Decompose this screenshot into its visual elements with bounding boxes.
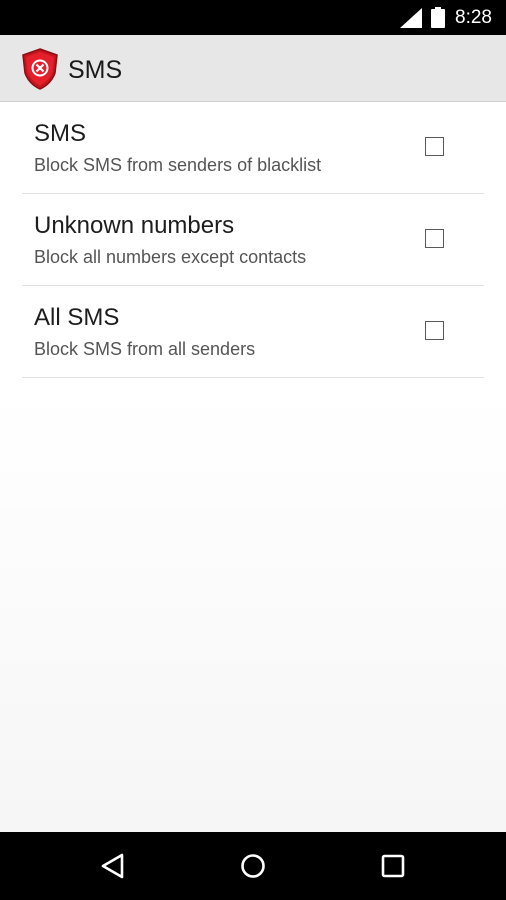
home-icon[interactable] [239, 852, 267, 880]
status-time: 8:28 [455, 7, 492, 28]
sms-checkbox[interactable] [425, 137, 444, 156]
page-title: SMS [68, 56, 123, 84]
pref-title: Unknown numbers [34, 212, 235, 239]
pref-summary: Block SMS from all senders [34, 339, 256, 359]
status-bar: 8:28 [0, 0, 506, 35]
unknown-numbers-checkbox[interactable] [425, 229, 444, 248]
navigation-bar [0, 832, 506, 900]
preferences-screen: SMS Block SMS from senders of blacklist … [0, 102, 506, 832]
signal-icon [400, 8, 422, 28]
preference-list: SMS Block SMS from senders of blacklist … [22, 102, 484, 378]
pref-summary: Block SMS from senders of blacklist [34, 155, 322, 175]
pref-summary: Block all numbers except contacts [34, 247, 307, 267]
pref-title: SMS [34, 120, 87, 147]
action-bar: SMS [0, 35, 506, 102]
recents-icon[interactable] [379, 852, 407, 880]
all-sms-checkbox[interactable] [425, 321, 444, 340]
shield-block-icon[interactable] [20, 47, 60, 91]
pref-item-unknown-numbers[interactable]: Unknown numbers Block all numbers except… [22, 194, 484, 286]
battery-icon [431, 7, 445, 28]
back-icon[interactable] [99, 852, 127, 880]
pref-item-sms[interactable]: SMS Block SMS from senders of blacklist [22, 102, 484, 194]
pref-item-all-sms[interactable]: All SMS Block SMS from all senders [22, 286, 484, 378]
pref-title: All SMS [34, 304, 120, 331]
